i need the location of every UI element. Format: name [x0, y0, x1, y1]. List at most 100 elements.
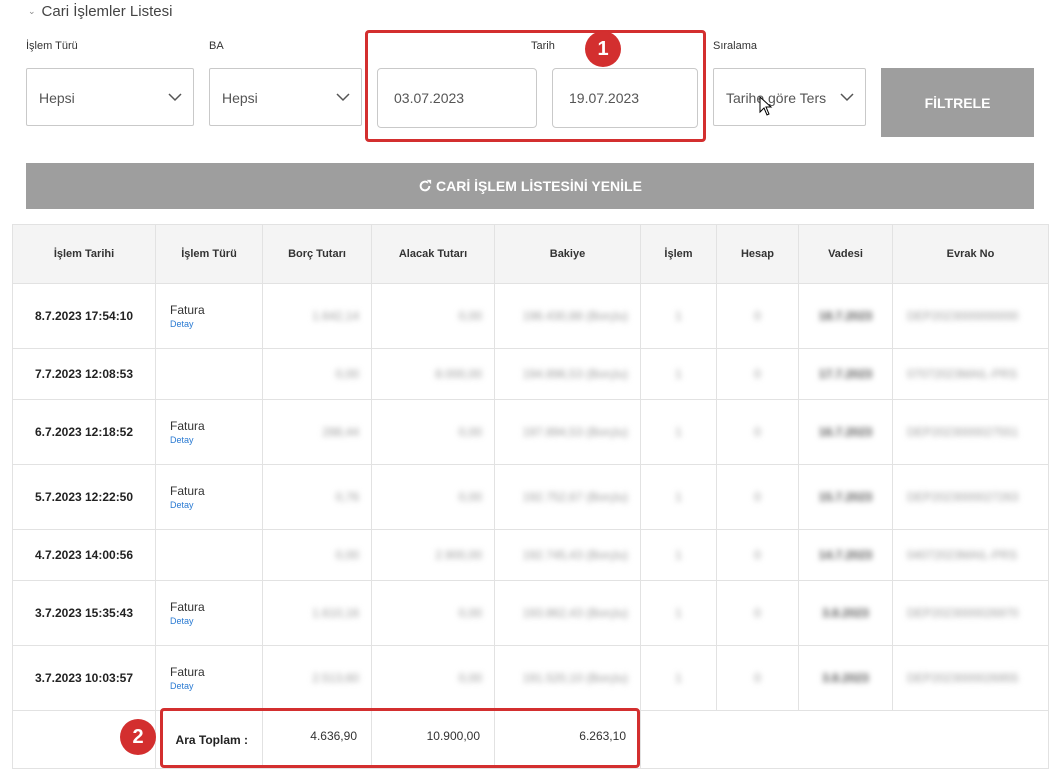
row-bakiye: 192.745,43 (Borçlu) [494, 529, 641, 581]
table-row: 5.7.2023 12:22:50 Fatura Detay 0,76 0,00 … [12, 464, 1049, 530]
annotation-box-totals [160, 708, 640, 768]
row-evrak-value: DEP2023000026955 [907, 671, 1019, 685]
row-borc: 1.610,16 [262, 580, 372, 646]
row-islem: 1 [640, 464, 717, 530]
section-title-text: Cari İşlemler Listesi [41, 3, 173, 20]
row-bakiye: 197.894,53 (Borçlu) [494, 399, 641, 465]
row-vade-value: 17.7.2023 [818, 367, 873, 381]
col-header[interactable]: Alacak Tutarı [371, 224, 495, 284]
annotation-badge-1: 1 [585, 31, 621, 67]
row-alacak: 2.900,00 [371, 529, 495, 581]
row-borc: 0,00 [262, 529, 372, 581]
row-islem: 1 [640, 580, 717, 646]
row-hesap-value: 0 [754, 425, 761, 439]
row-vade-value: 3.8.2023 [822, 671, 869, 685]
row-borc-value: 0,76 [335, 490, 359, 504]
transactions-table: İşlem Tarihi İşlem Türü Borç Tutarı Alac… [12, 224, 1049, 769]
row-bakiye: 192.752,67 (Borçlu) [494, 464, 641, 530]
row-evrak-value: DEP2023000026970 [907, 606, 1019, 620]
row-type-text: Fatura [170, 665, 205, 679]
row-vade: 15.7.2023 [798, 464, 893, 530]
row-vade: 18.7.2023 [798, 283, 893, 349]
section-title[interactable]: ⌄ Cari İşlemler Listesi [28, 3, 172, 20]
row-alacak-value: 0,00 [458, 309, 482, 323]
col-header[interactable]: Borç Tutarı [262, 224, 372, 284]
refresh-list-button[interactable]: CARİ İŞLEM LİSTESİNİ YENİLE [26, 163, 1034, 209]
row-alacak: 0,00 [371, 580, 495, 646]
row-islem: 1 [640, 529, 717, 581]
annotation-box-date [365, 30, 706, 142]
row-type: Fatura Detay [155, 464, 263, 530]
row-alacak: 0,00 [371, 464, 495, 530]
row-alacak-value: 2.900,00 [435, 548, 482, 562]
row-islem-value: 1 [675, 490, 682, 504]
detail-link[interactable]: Detay [170, 616, 261, 626]
col-header[interactable]: Hesap [716, 224, 799, 284]
row-evrak-value: 07072023MAIL-PRS [907, 367, 1018, 381]
ba-select[interactable]: Hepsi [209, 68, 362, 126]
row-type-text: Fatura [170, 484, 205, 498]
row-evrak: DEP2023000027263 [892, 464, 1049, 530]
row-evrak-value: DEP2023000027551 [907, 425, 1019, 439]
row-alacak: 0,00 [371, 399, 495, 465]
col-header[interactable]: Bakiye [494, 224, 641, 284]
row-islem-value: 1 [675, 309, 682, 323]
row-bakiye-value: 194.896,53 (Borçlu) [522, 367, 628, 381]
col-header[interactable]: Vadesi [798, 224, 893, 284]
row-bakiye-value: 192.752,67 (Borçlu) [522, 490, 628, 504]
table-row: 6.7.2023 12:18:52 Fatura Detay 288,44 0,0… [12, 399, 1049, 465]
row-borc-value: 288,44 [322, 425, 359, 439]
row-islem-value: 1 [675, 548, 682, 562]
row-vade: 14.7.2023 [798, 529, 893, 581]
table-row: 7.7.2023 12:08:53 0,00 8.000,00 194.896,… [12, 348, 1049, 400]
row-hesap: 0 [716, 399, 799, 465]
row-borc: 1.642,14 [262, 283, 372, 349]
siralama-label: Sıralama [713, 40, 758, 52]
islem-turu-select[interactable]: Hepsi [26, 68, 194, 126]
row-islem-value: 1 [675, 671, 682, 685]
row-date: 5.7.2023 12:22:50 [12, 464, 156, 530]
row-alacak-value: 0,00 [458, 425, 482, 439]
row-evrak: DEP2023000027551 [892, 399, 1049, 465]
row-bakiye-value: 197.894,53 (Borçlu) [522, 425, 628, 439]
row-evrak-value: DEP2023000000000 [907, 309, 1019, 323]
row-evrak-value: 04072023MAIL-PRS [907, 548, 1018, 562]
row-vade-value: 15.7.2023 [818, 490, 873, 504]
row-type-text: Fatura [170, 600, 205, 614]
row-hesap: 0 [716, 283, 799, 349]
row-type: Fatura Detay [155, 283, 263, 349]
row-borc-value: 1.610,16 [312, 606, 359, 620]
row-type [155, 529, 263, 581]
siralama-select[interactable]: Tarihe göre Ters [713, 68, 866, 126]
col-header[interactable]: İşlem [640, 224, 717, 284]
islem-turu-value: Hepsi [39, 90, 75, 106]
refresh-icon [419, 179, 432, 192]
row-alacak-value: 0,00 [458, 671, 482, 685]
row-hesap-value: 0 [754, 367, 761, 381]
row-vade-value: 18.7.2023 [818, 309, 873, 323]
row-type-text: Fatura [170, 303, 205, 317]
col-header[interactable]: Evrak No [892, 224, 1049, 284]
detail-link[interactable]: Detay [170, 500, 261, 510]
col-header[interactable]: İşlem Türü [155, 224, 263, 284]
chevron-down-icon [840, 93, 854, 102]
table-row: 8.7.2023 17:54:10 Fatura Detay 1.642,14 0… [12, 283, 1049, 349]
detail-link[interactable]: Detay [170, 319, 261, 329]
row-hesap-value: 0 [754, 671, 761, 685]
totals-filler [640, 710, 1049, 769]
filter-button[interactable]: FİLTRELE [881, 68, 1034, 137]
row-date: 7.7.2023 12:08:53 [12, 348, 156, 400]
row-alacak: 0,00 [371, 645, 495, 711]
detail-link[interactable]: Detay [170, 435, 261, 445]
row-hesap-value: 0 [754, 606, 761, 620]
row-alacak: 0,00 [371, 283, 495, 349]
row-alacak-value: 0,00 [458, 606, 482, 620]
col-header[interactable]: İşlem Tarihi [12, 224, 156, 284]
row-date: 6.7.2023 12:18:52 [12, 399, 156, 465]
detail-link[interactable]: Detay [170, 681, 261, 691]
chevron-down-icon [336, 93, 350, 102]
row-vade: 3.8.2023 [798, 580, 893, 646]
row-hesap: 0 [716, 645, 799, 711]
mouse-cursor-icon [759, 96, 773, 116]
row-date: 4.7.2023 14:00:56 [12, 529, 156, 581]
